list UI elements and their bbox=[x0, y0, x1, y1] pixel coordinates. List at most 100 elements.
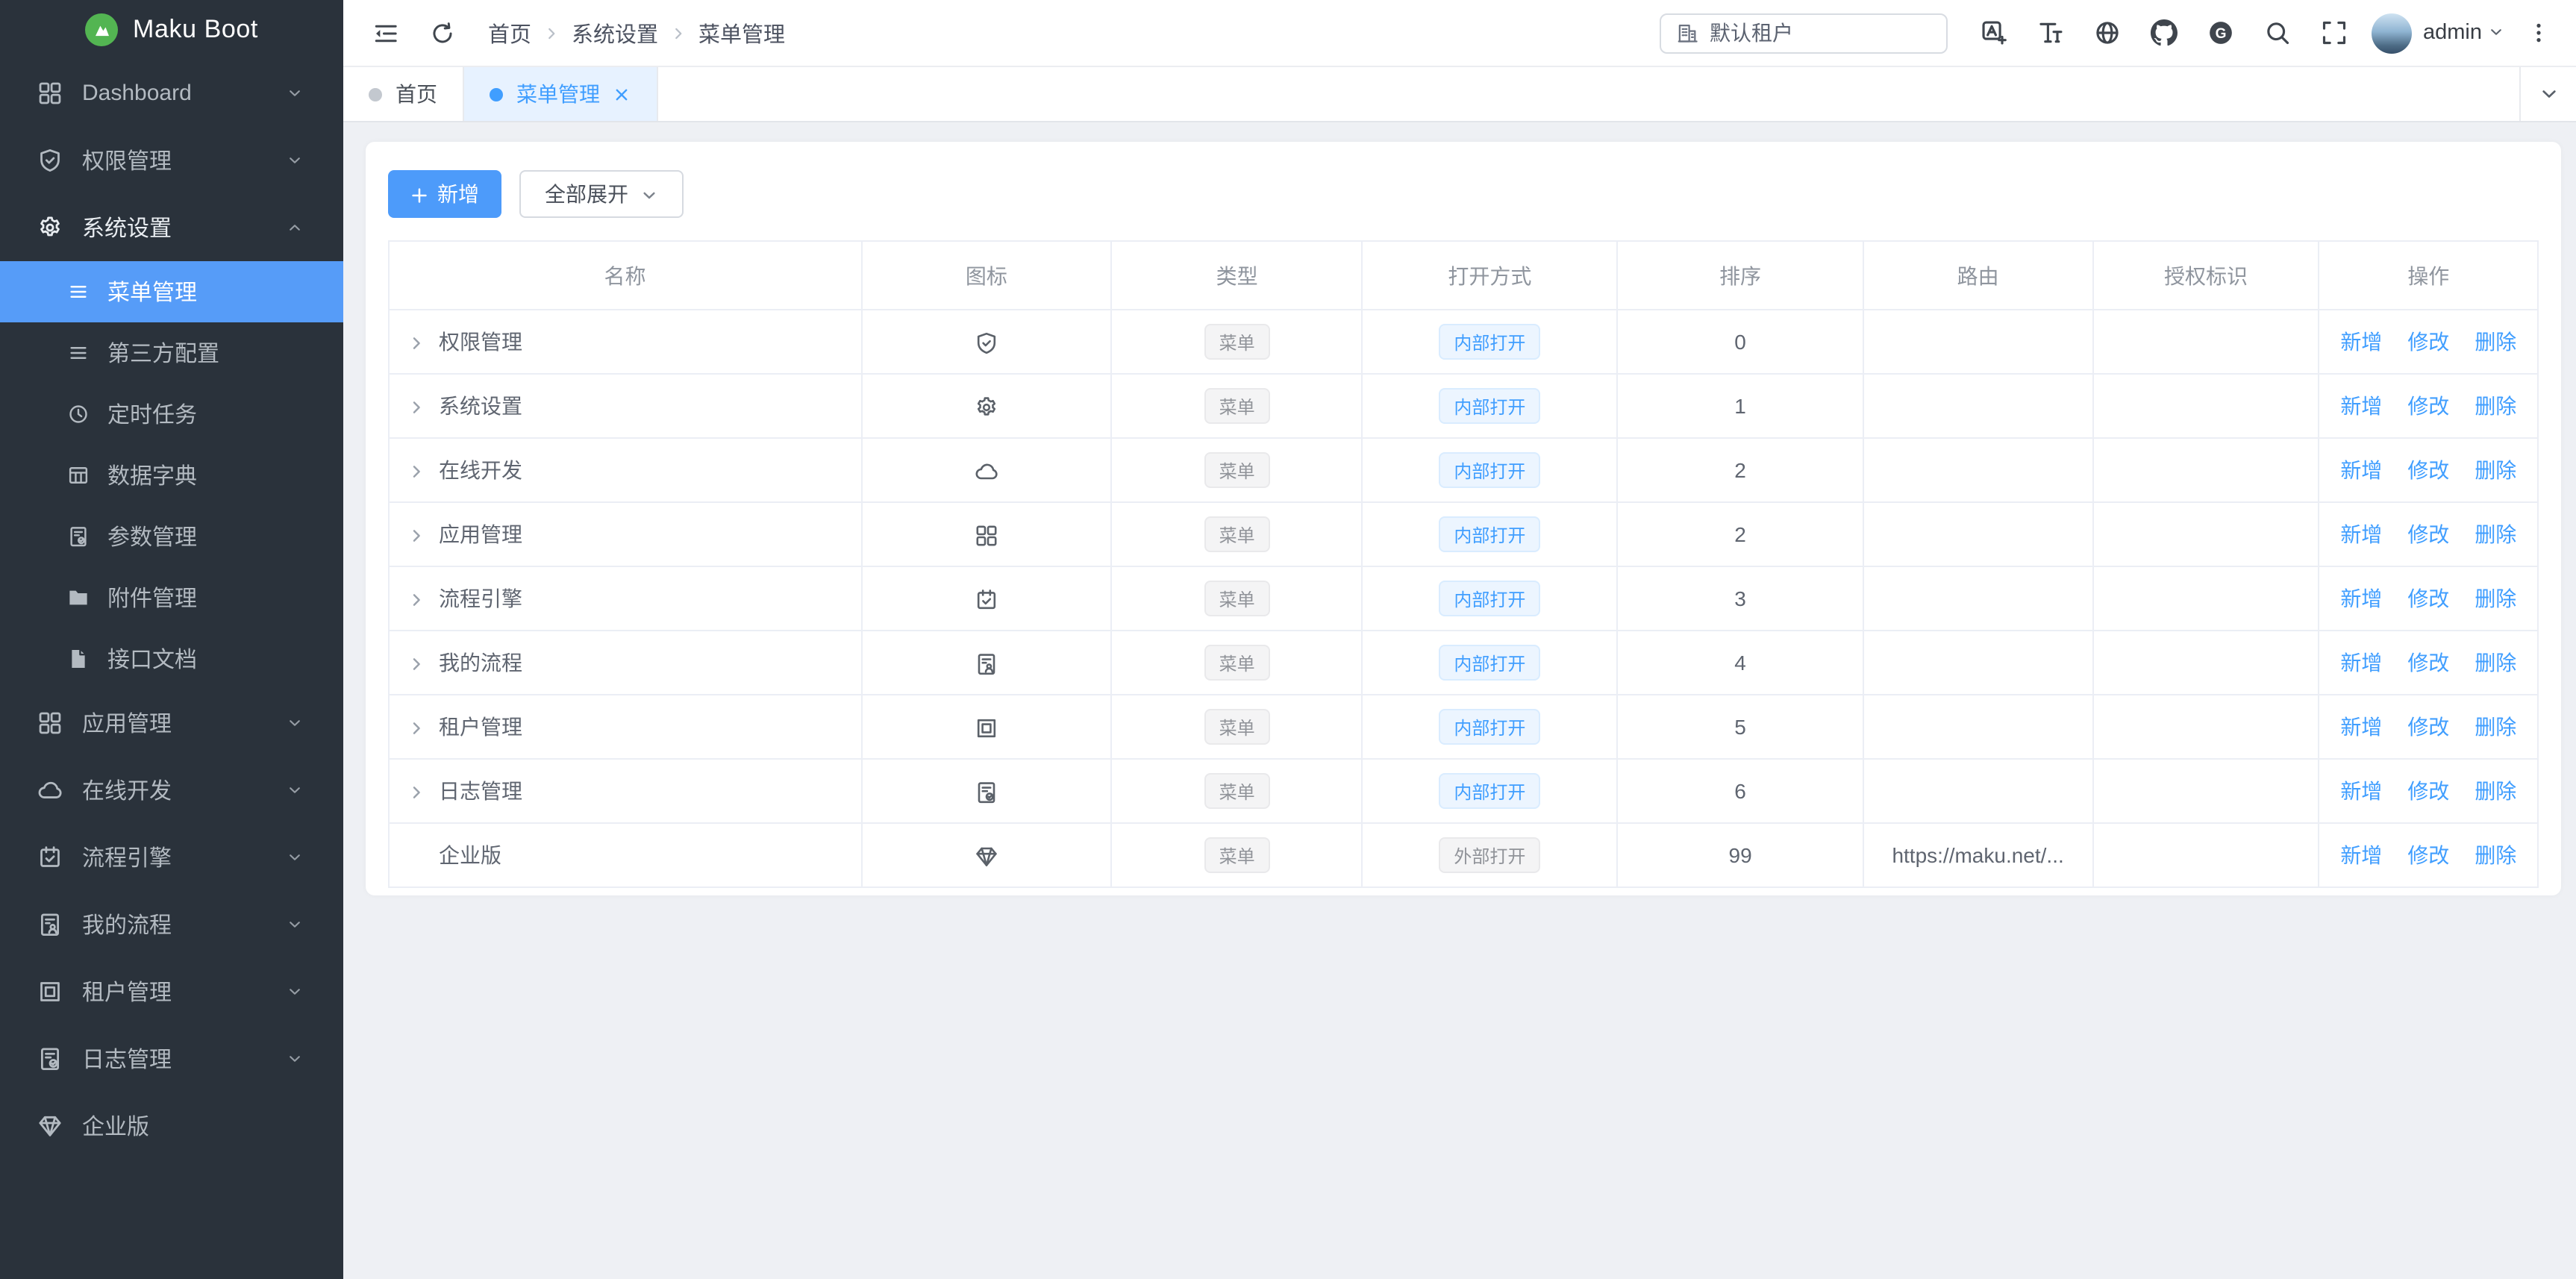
frame-icon bbox=[37, 979, 63, 1004]
sidebar-item-5[interactable]: 流程引擎 bbox=[0, 824, 343, 891]
globe-button[interactable] bbox=[2078, 4, 2135, 61]
chevron-right-icon[interactable] bbox=[407, 656, 425, 674]
menu-lines-icon bbox=[67, 342, 90, 364]
sidebar-item-0[interactable]: Dashboard bbox=[0, 60, 343, 127]
row-action-2[interactable]: 删除 bbox=[2475, 522, 2516, 546]
chevron-right-icon bbox=[543, 25, 560, 41]
tab-overflow-chevron-down-icon[interactable] bbox=[2519, 67, 2576, 121]
row-action-1[interactable]: 修改 bbox=[2407, 715, 2449, 739]
font-size-button[interactable] bbox=[2022, 4, 2078, 61]
row-action-2[interactable]: 删除 bbox=[2475, 394, 2516, 418]
row-action-0[interactable]: 新增 bbox=[2340, 394, 2382, 418]
translate-button[interactable] bbox=[1965, 4, 2022, 61]
close-icon[interactable] bbox=[612, 84, 631, 104]
row-action-2[interactable]: 删除 bbox=[2475, 715, 2516, 739]
sidebar-subitem-2-2[interactable]: 定时任务 bbox=[0, 384, 343, 445]
sidebar-item-9[interactable]: 企业版 bbox=[0, 1092, 343, 1160]
sidebar-subitem-2-1[interactable]: 第三方配置 bbox=[0, 322, 343, 384]
sidebar-item-2[interactable]: 系统设置 bbox=[0, 194, 343, 261]
user-menu-chevron-down-icon[interactable] bbox=[2482, 19, 2504, 46]
breadcrumb-item-1[interactable]: 系统设置 bbox=[572, 17, 658, 49]
diamond-icon bbox=[37, 1113, 63, 1139]
user-name[interactable]: admin bbox=[2423, 21, 2482, 45]
refresh-icon[interactable] bbox=[430, 20, 455, 46]
sidebar-subitem-2-5[interactable]: 附件管理 bbox=[0, 567, 343, 628]
row-action-1[interactable]: 修改 bbox=[2407, 843, 2449, 867]
row-action-1[interactable]: 修改 bbox=[2407, 522, 2449, 546]
chevron-right-icon[interactable] bbox=[407, 528, 425, 545]
sidebar-subitem-label: 定时任务 bbox=[107, 398, 197, 430]
row-action-1[interactable]: 修改 bbox=[2407, 330, 2449, 354]
breadcrumb-item-0[interactable]: 首页 bbox=[488, 17, 531, 49]
search-button[interactable] bbox=[2248, 4, 2305, 61]
github-button[interactable] bbox=[2135, 4, 2192, 61]
row-action-0[interactable]: 新增 bbox=[2340, 522, 2382, 546]
header-right: 默认租户 G admin bbox=[1659, 4, 2558, 61]
row-action-1[interactable]: 修改 bbox=[2407, 394, 2449, 418]
table-header-row: 名称图标类型打开方式排序路由授权标识操作 bbox=[389, 241, 2538, 310]
chevron-right-icon[interactable] bbox=[407, 335, 425, 353]
row-action-2[interactable]: 删除 bbox=[2475, 843, 2516, 867]
sidebar-subitem-2-6[interactable]: 接口文档 bbox=[0, 628, 343, 689]
row-action-0[interactable]: 新增 bbox=[2340, 843, 2382, 867]
row-action-2[interactable]: 删除 bbox=[2475, 330, 2516, 354]
sidebar-item-8[interactable]: 日志管理 bbox=[0, 1025, 343, 1092]
avatar[interactable] bbox=[2371, 13, 2411, 53]
sidebar-item-1[interactable]: 权限管理 bbox=[0, 127, 343, 194]
chevron-right-icon[interactable] bbox=[407, 784, 425, 802]
row-action-0[interactable]: 新增 bbox=[2340, 330, 2382, 354]
expand-all-button[interactable]: 全部展开 bbox=[519, 170, 684, 218]
building-icon bbox=[1675, 20, 1698, 46]
menu-name: 企业版 bbox=[439, 843, 501, 867]
tab-0[interactable]: 首页 bbox=[343, 67, 464, 121]
chevron-right-icon[interactable] bbox=[407, 720, 425, 738]
table-row-7: 日志管理菜单内部打开6新增修改删除 bbox=[389, 759, 2538, 823]
chevron-down-icon bbox=[287, 849, 303, 866]
row-action-0[interactable]: 新增 bbox=[2340, 651, 2382, 675]
chevron-right-icon[interactable] bbox=[407, 399, 425, 417]
add-button-label: 新增 bbox=[437, 179, 479, 209]
chevron-down-icon bbox=[287, 715, 303, 731]
gitee-icon: G bbox=[2207, 19, 2233, 46]
sidebar-subitem-2-4[interactable]: 参数管理 bbox=[0, 506, 343, 567]
open-mode-tag: 内部打开 bbox=[1439, 581, 1540, 616]
row-action-2[interactable]: 删除 bbox=[2475, 779, 2516, 803]
sidebar-subitem-label: 菜单管理 bbox=[107, 276, 197, 307]
type-tag: 菜单 bbox=[1204, 452, 1270, 488]
tenant-select[interactable]: 默认租户 bbox=[1659, 13, 1947, 53]
row-action-0[interactable]: 新增 bbox=[2340, 715, 2382, 739]
sidebar-subitem-label: 参数管理 bbox=[107, 521, 197, 552]
sidebar-item-6[interactable]: 我的流程 bbox=[0, 891, 343, 958]
chevron-right-icon bbox=[670, 25, 687, 41]
row-action-1[interactable]: 修改 bbox=[2407, 651, 2449, 675]
sidebar-subitem-2-0[interactable]: 菜单管理 bbox=[0, 261, 343, 322]
kebab-menu-icon[interactable] bbox=[2519, 4, 2558, 61]
sidebar-item-7[interactable]: 租户管理 bbox=[0, 958, 343, 1025]
fold-icon bbox=[373, 20, 398, 46]
clock-icon bbox=[67, 403, 90, 425]
tab-1[interactable]: 菜单管理 bbox=[464, 67, 658, 121]
sort-value: 5 bbox=[1734, 715, 1746, 739]
sidebar-item-3[interactable]: 应用管理 bbox=[0, 689, 343, 757]
sidebar-subitem-2-3[interactable]: 数据字典 bbox=[0, 445, 343, 506]
row-action-2[interactable]: 删除 bbox=[2475, 587, 2516, 610]
row-action-0[interactable]: 新增 bbox=[2340, 458, 2382, 482]
chevron-right-icon[interactable] bbox=[407, 592, 425, 610]
sidebar-item-4[interactable]: 在线开发 bbox=[0, 757, 343, 824]
breadcrumb: 首页系统设置菜单管理 bbox=[488, 17, 785, 49]
fullscreen-button[interactable] bbox=[2305, 4, 2362, 61]
app-logo[interactable]: Maku Boot bbox=[0, 0, 343, 60]
row-action-1[interactable]: 修改 bbox=[2407, 587, 2449, 610]
chevron-right-icon[interactable] bbox=[407, 463, 425, 481]
row-action-1[interactable]: 修改 bbox=[2407, 458, 2449, 482]
row-action-1[interactable]: 修改 bbox=[2407, 779, 2449, 803]
row-action-2[interactable]: 删除 bbox=[2475, 458, 2516, 482]
row-action-2[interactable]: 删除 bbox=[2475, 651, 2516, 675]
row-action-0[interactable]: 新增 bbox=[2340, 587, 2382, 610]
gitee-button[interactable]: G bbox=[2192, 4, 2248, 61]
collapse-sidebar-icon[interactable] bbox=[373, 20, 398, 46]
globe-icon bbox=[2093, 19, 2120, 46]
add-button[interactable]: 新增 bbox=[388, 170, 501, 218]
open-mode-tag: 内部打开 bbox=[1439, 452, 1540, 488]
row-action-0[interactable]: 新增 bbox=[2340, 779, 2382, 803]
